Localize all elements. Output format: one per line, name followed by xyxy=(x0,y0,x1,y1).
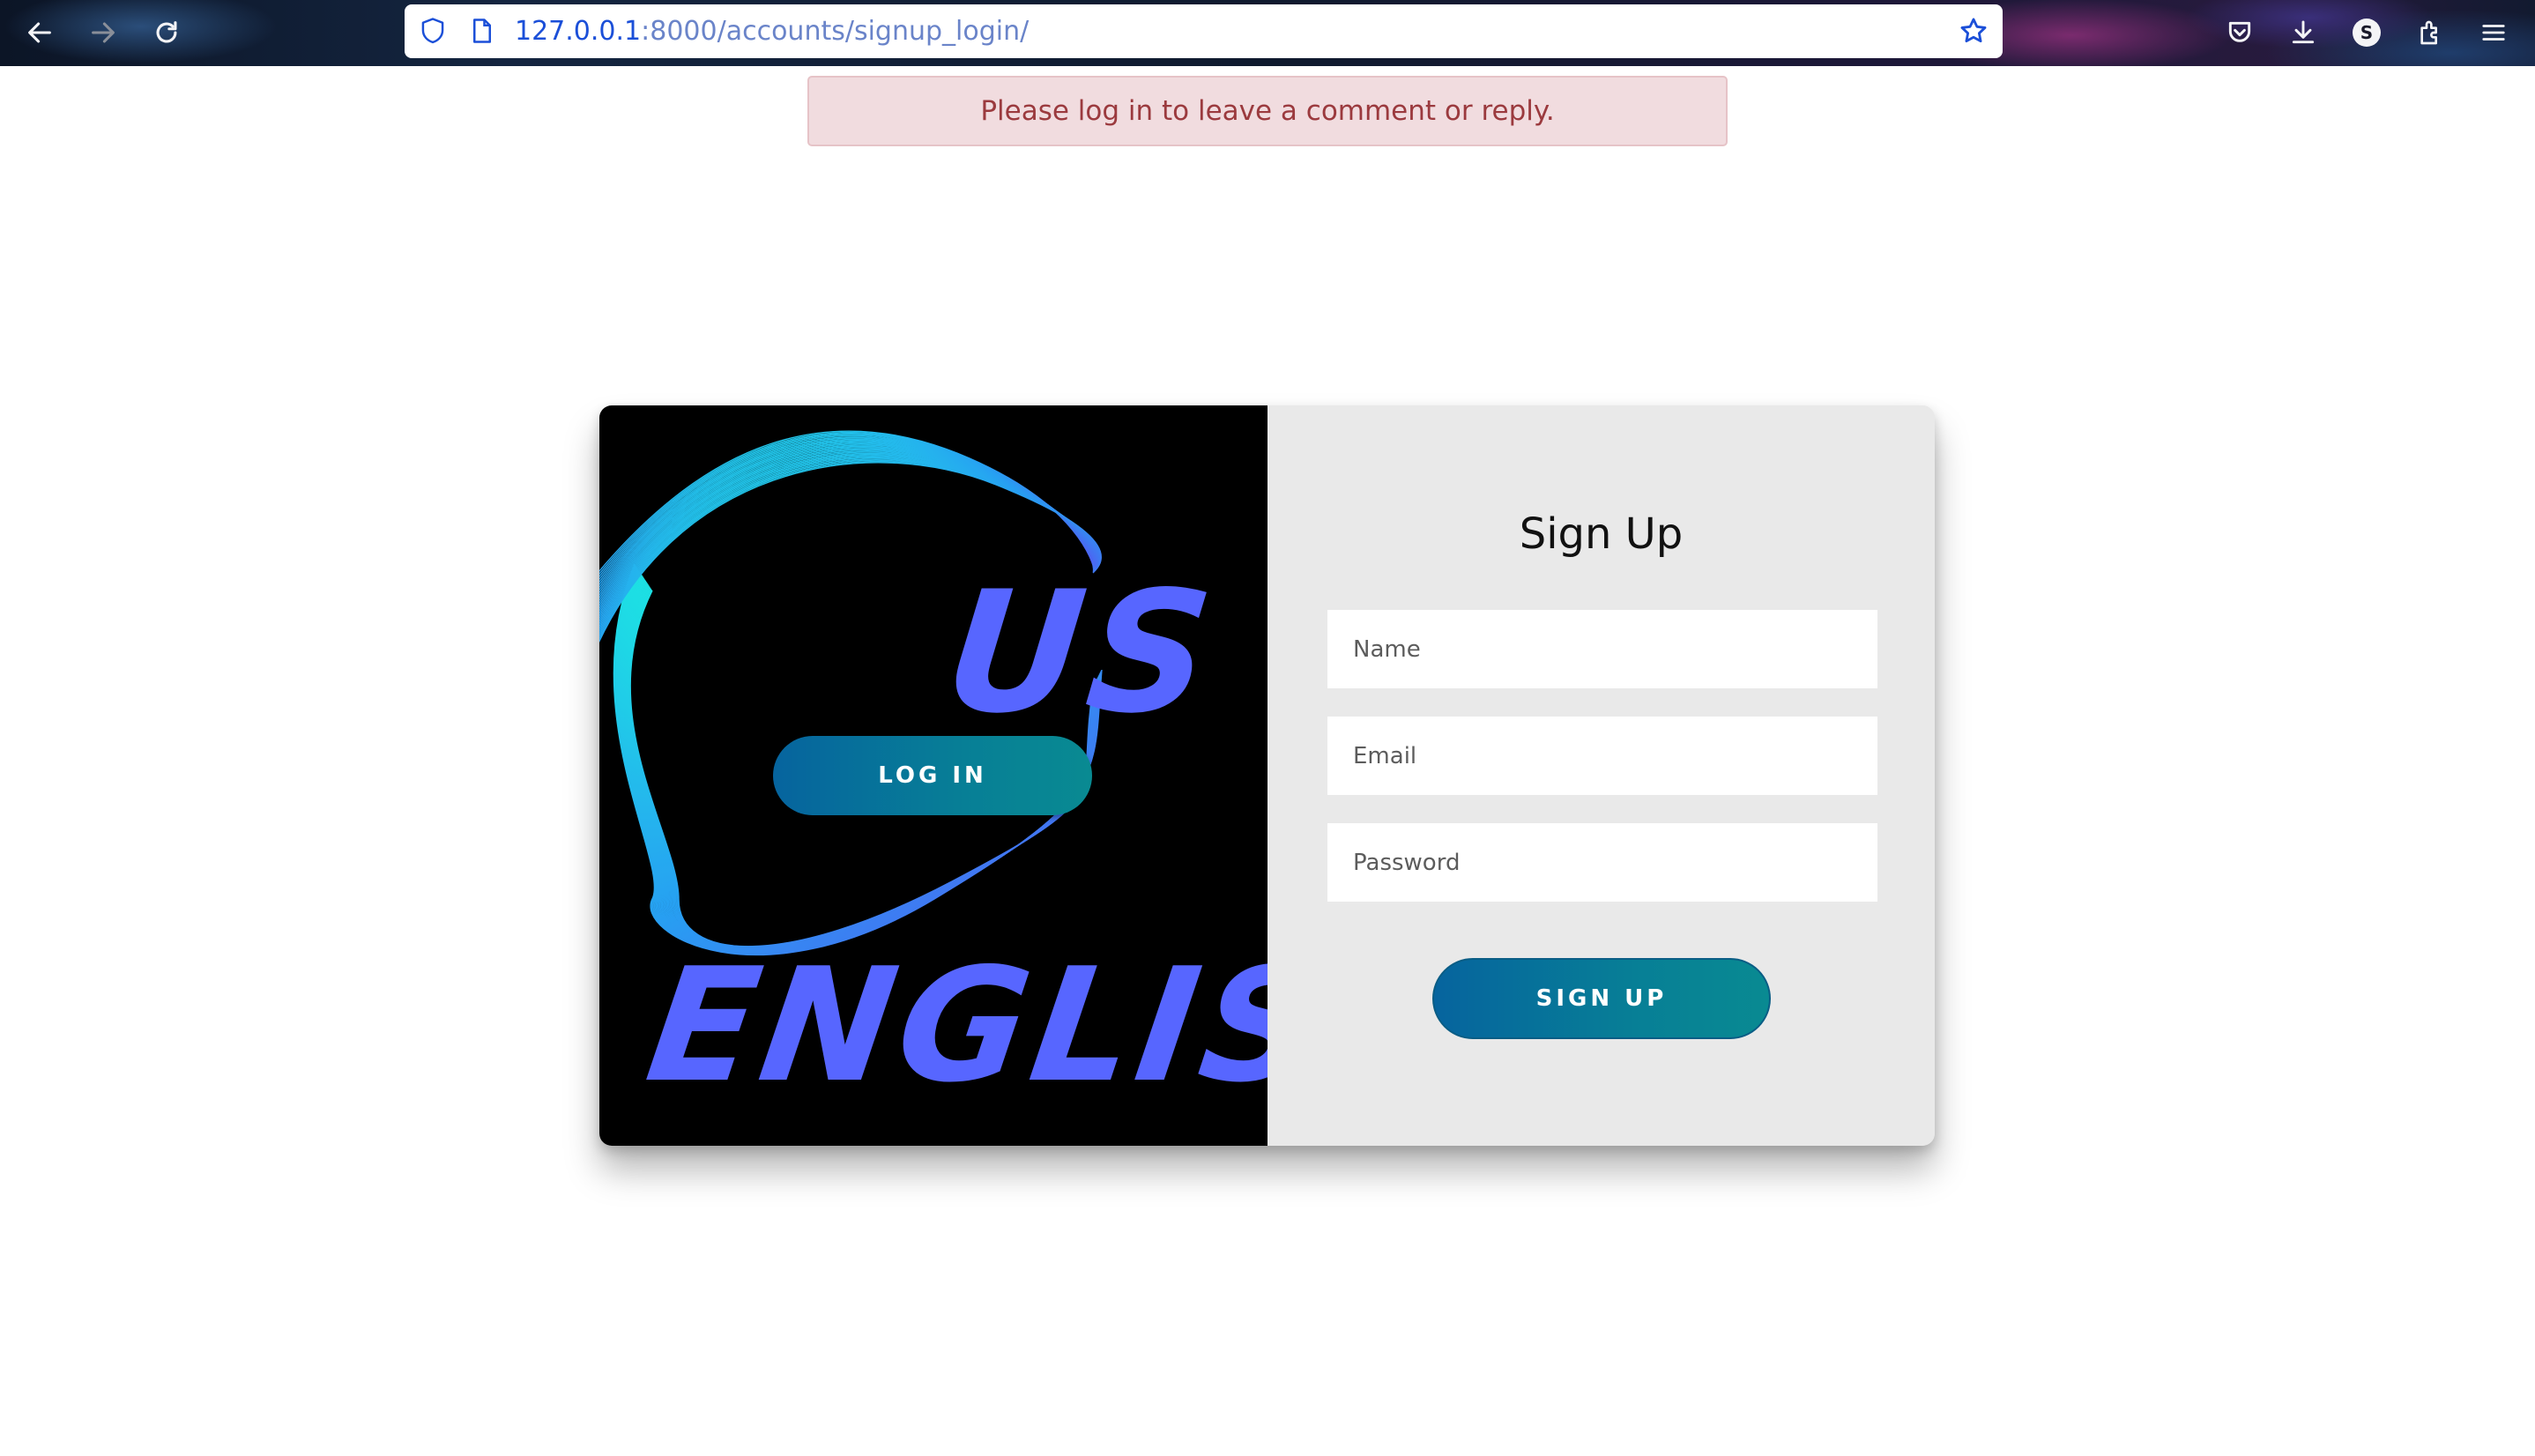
login-button[interactable]: LOG IN xyxy=(773,736,1092,815)
download-icon[interactable] xyxy=(2279,9,2327,56)
signup-form: Sign Up SIGN UP xyxy=(1268,405,1935,1146)
page-icon xyxy=(465,13,500,48)
browser-toolbar: 127.0.0.1:8000/accounts/signup_login/ S xyxy=(0,0,2535,66)
profile-initial: S xyxy=(2353,19,2381,47)
url-path: :8000/accounts/signup_login/ xyxy=(641,16,1030,47)
signup-title: Sign Up xyxy=(1519,509,1684,559)
password-input[interactable] xyxy=(1327,823,1877,902)
login-required-alert: Please log in to leave a comment or repl… xyxy=(807,76,1728,146)
forward-arrow-icon[interactable] xyxy=(79,9,127,56)
account-icon[interactable]: S xyxy=(2343,9,2390,56)
alert-message: Please log in to leave a comment or repl… xyxy=(980,95,1555,127)
signup-button[interactable]: SIGN UP xyxy=(1432,958,1771,1039)
url-host: 127.0.0.1 xyxy=(515,16,642,47)
url-text[interactable]: 127.0.0.1:8000/accounts/signup_login/ xyxy=(515,4,1029,58)
pocket-icon[interactable] xyxy=(2216,9,2264,56)
reload-icon[interactable] xyxy=(143,9,190,56)
url-bar[interactable]: 127.0.0.1:8000/accounts/signup_login/ xyxy=(405,4,2003,58)
artwork-text-top: US xyxy=(937,555,1225,750)
bookmark-star-icon[interactable] xyxy=(1956,13,1991,48)
shield-icon[interactable] xyxy=(415,13,450,48)
back-arrow-icon[interactable] xyxy=(16,9,63,56)
email-input[interactable] xyxy=(1327,717,1877,795)
name-input[interactable] xyxy=(1327,610,1877,688)
artwork-text-bottom: ENGLIS xyxy=(637,934,1268,1117)
extensions-icon[interactable] xyxy=(2406,9,2454,56)
auth-card: US ENGLIS LOG IN Sign Up SIGN UP xyxy=(599,405,1935,1146)
artwork-panel: US ENGLIS LOG IN xyxy=(599,405,1268,1146)
menu-icon[interactable] xyxy=(2470,9,2517,56)
